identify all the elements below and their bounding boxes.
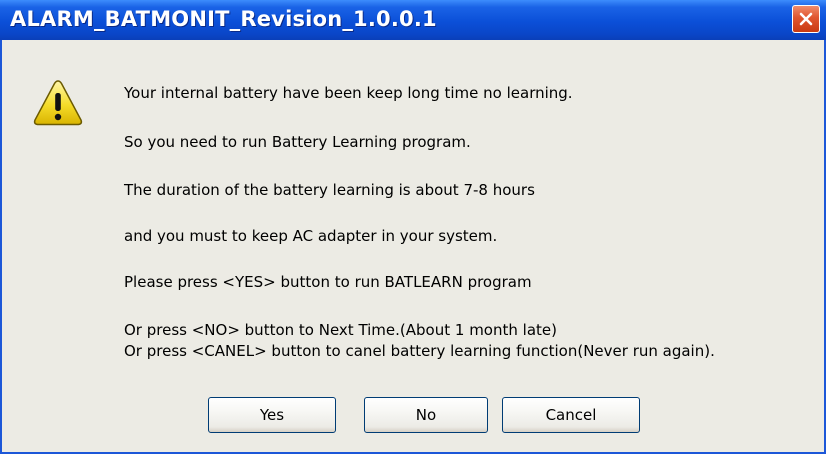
yes-button[interactable]: Yes	[208, 397, 336, 433]
message-line-7: Or press <CANEL> button to canel battery…	[124, 342, 715, 360]
cancel-button[interactable]: Cancel	[502, 397, 640, 433]
message-line-5: Please press <YES> button to run BATLEAR…	[124, 273, 532, 291]
warning-icon	[33, 80, 83, 126]
message-line-6: Or press <NO> button to Next Time.(About…	[124, 321, 557, 339]
no-button[interactable]: No	[364, 397, 488, 433]
alarm-dialog: ALARM_BATMONIT_Revision_1.0.0.1 Your int…	[0, 0, 826, 454]
close-icon	[799, 12, 813, 26]
close-button[interactable]	[792, 5, 820, 33]
message-line-2: So you need to run Battery Learning prog…	[124, 133, 471, 151]
window-title: ALARM_BATMONIT_Revision_1.0.0.1	[10, 7, 437, 31]
message-line-4: and you must to keep AC adapter in your …	[124, 227, 498, 245]
message-line-3: The duration of the battery learning is …	[124, 181, 535, 199]
message-line-1: Your internal battery have been keep lon…	[124, 84, 573, 102]
title-bar[interactable]: ALARM_BATMONIT_Revision_1.0.0.1	[0, 0, 826, 40]
